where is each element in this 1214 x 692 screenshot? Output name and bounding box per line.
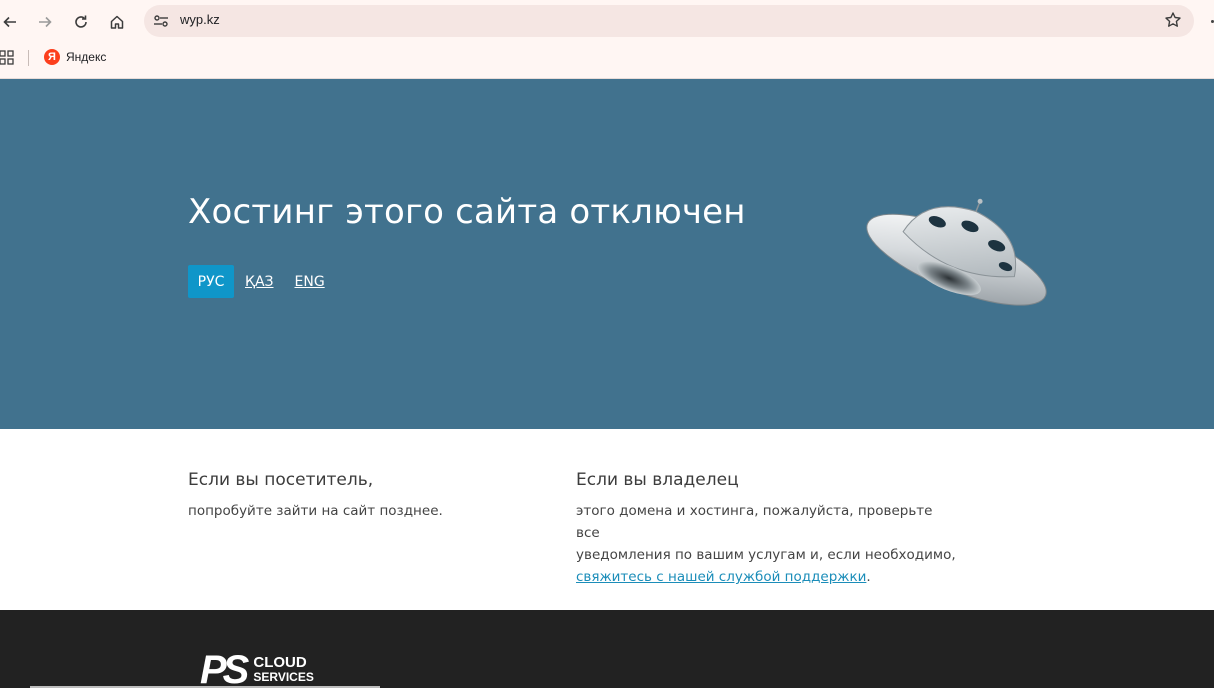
- ps-logo-mark: PS: [200, 648, 249, 692]
- back-button[interactable]: [0, 8, 24, 36]
- language-switcher: РУС ҚАЗ ENG: [188, 265, 335, 298]
- ps-logo-text: CLOUD SERVICES: [253, 654, 314, 684]
- ps-logo-line1: CLOUD: [253, 654, 307, 671]
- lang-rus-button[interactable]: РУС: [188, 265, 234, 298]
- bookmarks-bar: Я Яндекс: [0, 44, 1214, 72]
- back-arrow-icon: [3, 16, 16, 28]
- owner-section: Если вы владелец этого домена и хостинга…: [576, 470, 956, 588]
- ps-cloud-logo[interactable]: PS CLOUD SERVICES: [200, 650, 314, 690]
- ufo-illustration-icon: [866, 198, 1047, 306]
- footer: PS CLOUD SERVICES: [0, 610, 1214, 690]
- bookmark-yandex[interactable]: Я Яндекс: [44, 49, 106, 65]
- browser-chrome: wyp.kz Я Яндекс: [0, 0, 1214, 79]
- reload-button[interactable]: [67, 8, 95, 36]
- lang-eng-link[interactable]: ENG: [285, 265, 335, 298]
- yandex-logo-icon: Я: [44, 49, 60, 65]
- support-link[interactable]: свяжитесь с нашей службой поддержки: [576, 569, 866, 585]
- visitor-text: попробуйте зайти на сайт позднее.: [188, 503, 443, 519]
- visitor-heading: Если вы посетитель,: [188, 470, 374, 490]
- owner-text-line1: этого домена и хостинга, пожалуйста, про…: [576, 503, 933, 541]
- owner-text: этого домена и хостинга, пожалуйста, про…: [576, 500, 956, 588]
- reload-icon: [75, 15, 87, 28]
- owner-text-line2: уведомления по вашим услугам и, если нео…: [576, 547, 956, 563]
- visitor-section: Если вы посетитель, попробуйте зайти на …: [188, 470, 548, 522]
- bookmark-label: Яндекс: [66, 50, 107, 64]
- forward-arrow-icon: [39, 16, 52, 28]
- url-text[interactable]: wyp.kz: [180, 12, 220, 27]
- lang-kaz-link[interactable]: ҚАЗ: [235, 265, 284, 298]
- ps-logo-line2: SERVICES: [253, 670, 314, 684]
- bookmark-star-icon[interactable]: [1164, 11, 1182, 33]
- forward-button[interactable]: [31, 8, 59, 36]
- home-icon: [110, 15, 124, 29]
- site-info-icon[interactable]: [152, 12, 170, 34]
- hero-banner: Хостинг этого сайта отключен РУС ҚАЗ ENG: [0, 79, 1214, 429]
- owner-heading: Если вы владелец: [576, 470, 739, 490]
- owner-text-period: .: [866, 569, 871, 585]
- apps-grid-icon[interactable]: [0, 50, 14, 70]
- address-bar[interactable]: wyp.kz: [144, 5, 1194, 37]
- bookmarks-separator: [28, 50, 29, 66]
- home-button[interactable]: [103, 8, 131, 36]
- page-title: Хостинг этого сайта отключен: [188, 192, 746, 232]
